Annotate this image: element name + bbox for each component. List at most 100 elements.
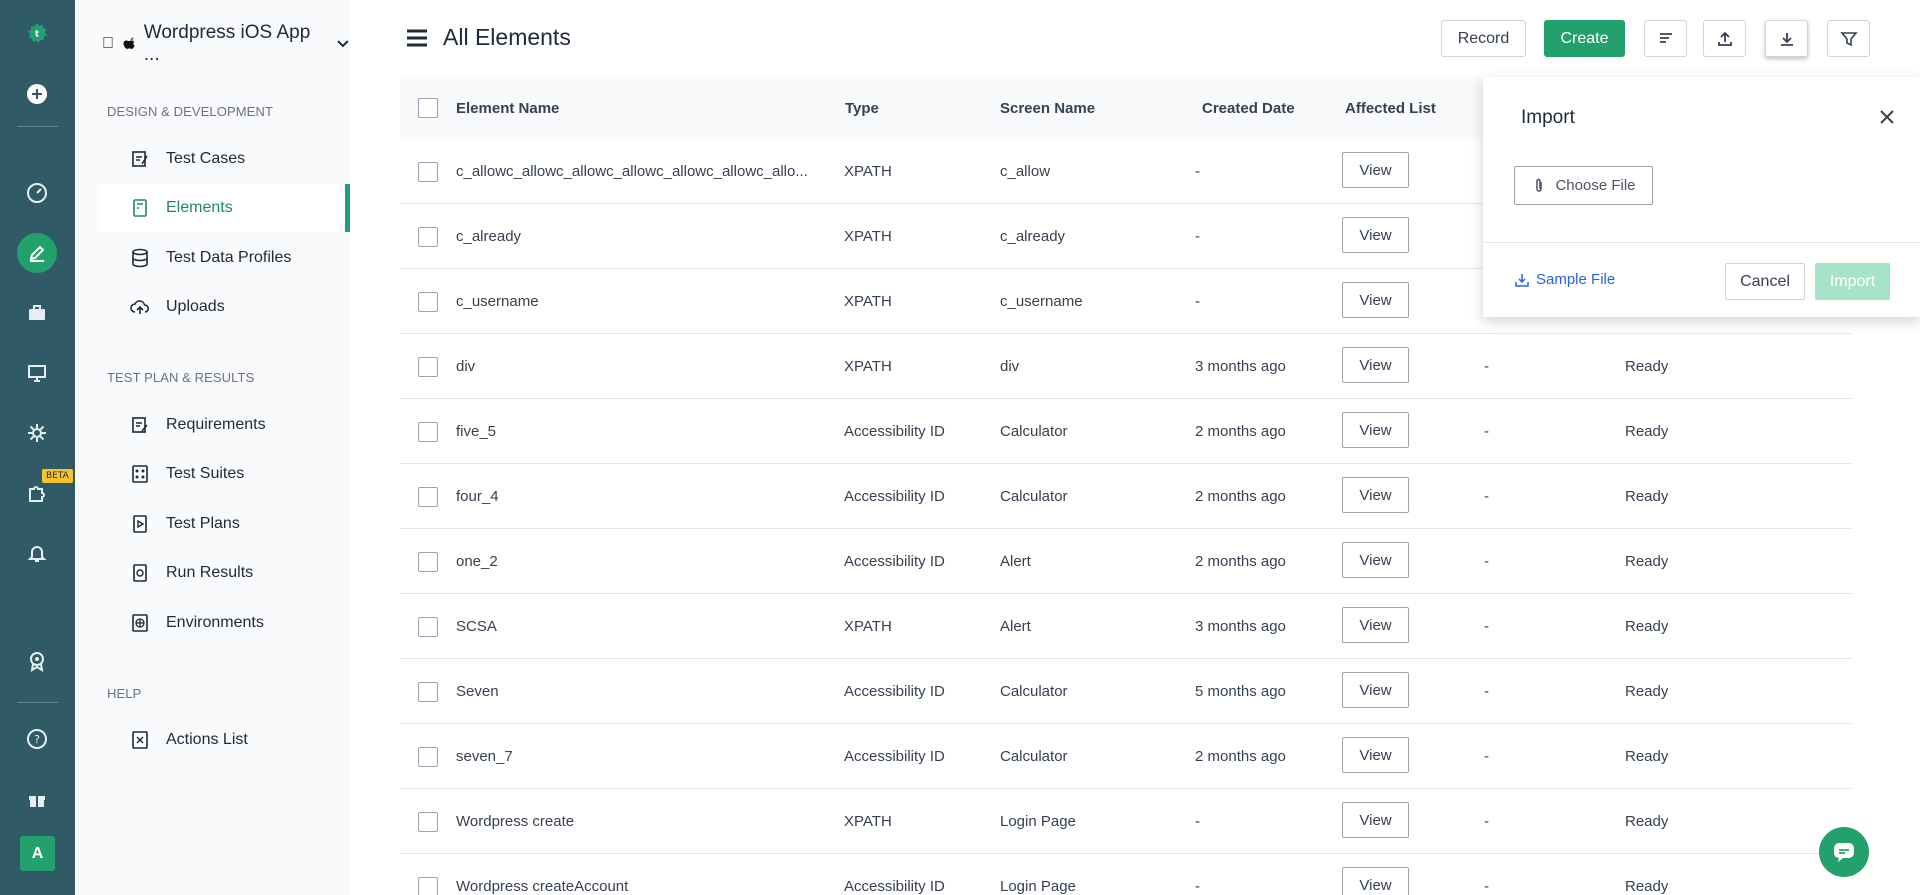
- table-row[interactable]: seven_7 Accessibility ID Calculator 2 month…: [400, 724, 1852, 789]
- view-affected-button[interactable]: View: [1342, 867, 1409, 895]
- sample-file-link[interactable]: Sample File: [1514, 271, 1615, 288]
- sidebar-item-uploads[interactable]: Uploads: [100, 283, 350, 331]
- view-affected-button[interactable]: View: [1342, 542, 1409, 578]
- view-affected-button[interactable]: View: [1342, 672, 1409, 708]
- table-row[interactable]: SCSA XPATH Alert 3 months ago View - Ready: [400, 594, 1852, 659]
- screen-name-cell: Login Page: [1000, 878, 1076, 895]
- sort-button[interactable]: [1644, 20, 1687, 57]
- sidebar-item-label: Run Results: [166, 564, 254, 581]
- element-name-cell[interactable]: c_already: [456, 204, 826, 269]
- row-checkbox[interactable]: [418, 487, 438, 507]
- project-switcher[interactable]:  Wordpress iOS App ...: [102, 22, 350, 66]
- chat-button[interactable]: [1819, 827, 1869, 877]
- avatar[interactable]: A: [20, 836, 55, 871]
- export-button[interactable]: [1703, 20, 1746, 57]
- choose-file-button[interactable]: Choose File: [1514, 166, 1653, 205]
- column-header[interactable]: Type: [845, 100, 879, 117]
- view-affected-button[interactable]: View: [1342, 737, 1409, 773]
- table-row[interactable]: five_5 Accessibility ID Calculator 2 months…: [400, 399, 1852, 464]
- table-row[interactable]: one_2 Accessibility ID Alert 2 months ago Vi…: [400, 529, 1852, 594]
- add-icon[interactable]: [17, 74, 57, 114]
- testsigma-logo-icon[interactable]: t: [17, 13, 57, 53]
- column-header[interactable]: Affected List: [1345, 100, 1436, 117]
- sidebar-item-label: Elements: [166, 199, 233, 216]
- element-name-cell[interactable]: seven_7: [456, 724, 826, 789]
- element-name-cell[interactable]: five_5: [456, 399, 826, 464]
- briefcase-icon[interactable]: [17, 293, 57, 333]
- column-header[interactable]: Element Name: [456, 100, 559, 117]
- row-checkbox[interactable]: [418, 552, 438, 572]
- row-checkbox[interactable]: [418, 812, 438, 832]
- badge-icon[interactable]: [17, 641, 57, 681]
- dashboard-icon[interactable]: [17, 173, 57, 213]
- element-name-cell[interactable]: Seven: [456, 659, 826, 724]
- sidebar-item-requirements[interactable]: Requirements: [100, 401, 350, 449]
- row-checkbox[interactable]: [418, 877, 438, 895]
- apple-icon: : [102, 35, 114, 53]
- element-name-cell[interactable]: four_4: [456, 464, 826, 529]
- created-date-cell: 3 months ago: [1195, 358, 1286, 375]
- table-row[interactable]: Wordpress createAccount Accessibility ID L…: [400, 854, 1852, 895]
- view-affected-button[interactable]: View: [1342, 152, 1409, 188]
- view-affected-button[interactable]: View: [1342, 347, 1409, 383]
- select-all-checkbox[interactable]: [418, 98, 438, 118]
- cancel-button[interactable]: Cancel: [1725, 263, 1805, 300]
- help-icon[interactable]: ?: [17, 719, 57, 759]
- chevron-down-icon: [337, 40, 349, 48]
- create-button[interactable]: Create: [1544, 20, 1625, 57]
- settings-icon[interactable]: [17, 413, 57, 453]
- table-row[interactable]: Wordpress create XPATH Login Page - View - Rea…: [400, 789, 1852, 854]
- import-button[interactable]: Import: [1815, 263, 1890, 300]
- element-name-cell[interactable]: Wordpress createAccount: [456, 854, 826, 895]
- gift-icon[interactable]: [17, 779, 57, 819]
- element-name-cell[interactable]: one_2: [456, 529, 826, 594]
- element-name-cell[interactable]: div: [456, 334, 826, 399]
- view-affected-button[interactable]: View: [1342, 217, 1409, 253]
- row-checkbox[interactable]: [418, 162, 438, 182]
- table-row[interactable]: four_4 Accessibility ID Calculator 2 months…: [400, 464, 1852, 529]
- record-button[interactable]: Record: [1441, 20, 1526, 57]
- element-name-cell[interactable]: SCSA: [456, 594, 826, 659]
- view-affected-button[interactable]: View: [1342, 607, 1409, 643]
- element-name-cell[interactable]: c_username: [456, 269, 826, 334]
- screen-name-cell: c_username: [1000, 293, 1083, 310]
- bell-icon[interactable]: [17, 533, 57, 573]
- table-row[interactable]: Seven Accessibility ID Calculator 5 months …: [400, 659, 1852, 724]
- row-checkbox[interactable]: [418, 747, 438, 767]
- column-header[interactable]: Screen Name: [1000, 100, 1095, 117]
- import-toggle-button[interactable]: [1765, 20, 1808, 57]
- monitor-icon[interactable]: [17, 353, 57, 393]
- sidebar-item-run-results[interactable]: Run Results: [100, 549, 350, 597]
- view-affected-button[interactable]: View: [1342, 412, 1409, 448]
- screen-name-cell: Calculator: [1000, 488, 1068, 505]
- element-name-cell[interactable]: Wordpress create: [456, 789, 826, 854]
- sidebar-item-test-data-profiles[interactable]: Test Data Profiles: [100, 234, 350, 282]
- filter-button[interactable]: [1827, 20, 1870, 57]
- design-icon[interactable]: [17, 233, 57, 273]
- menu-icon[interactable]: [405, 26, 429, 50]
- row-checkbox[interactable]: [418, 357, 438, 377]
- view-affected-button[interactable]: View: [1342, 477, 1409, 513]
- row-checkbox[interactable]: [418, 682, 438, 702]
- affected-count-cell: -: [1484, 618, 1489, 635]
- element-name-cell[interactable]: c_allowc_allowc_allowc_allowc_allowc_all…: [456, 139, 826, 204]
- column-header[interactable]: Created Date: [1202, 100, 1295, 117]
- sidebar-item-elements[interactable]: Elements: [100, 184, 350, 232]
- type-cell: XPATH: [844, 813, 892, 830]
- table-row[interactable]: div XPATH div 3 months ago View - Ready: [400, 334, 1852, 399]
- sidebar-item-label: Test Plans: [166, 515, 240, 532]
- view-affected-button[interactable]: View: [1342, 802, 1409, 838]
- row-checkbox[interactable]: [418, 422, 438, 442]
- sidebar-item-test-cases[interactable]: Test Cases: [100, 135, 350, 183]
- row-checkbox[interactable]: [418, 292, 438, 312]
- status-cell: Ready: [1625, 488, 1669, 505]
- actions-list-icon: [132, 731, 148, 749]
- close-icon[interactable]: [1875, 105, 1899, 129]
- row-checkbox[interactable]: [418, 227, 438, 247]
- sidebar-item-environments[interactable]: Environments: [100, 599, 350, 647]
- view-affected-button[interactable]: View: [1342, 282, 1409, 318]
- row-checkbox[interactable]: [418, 617, 438, 637]
- sidebar-item-actions-list[interactable]: Actions List: [100, 716, 350, 764]
- sidebar-item-test-plans[interactable]: Test Plans: [100, 500, 350, 548]
- sidebar-item-test-suites[interactable]: Test Suites: [100, 450, 350, 498]
